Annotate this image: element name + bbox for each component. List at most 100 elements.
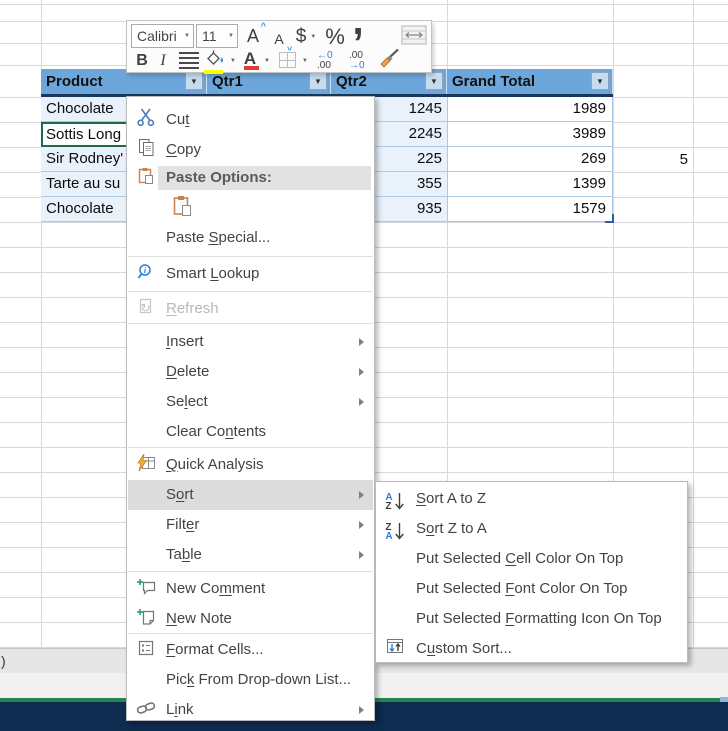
menu-separator [128, 447, 373, 448]
bold-button[interactable]: B [135, 51, 149, 71]
smart-lookup-icon: i [137, 263, 155, 286]
paint-bucket-icon [204, 50, 225, 66]
cut-icon [137, 108, 155, 132]
menu-item-paste-special[interactable]: Paste Special... [128, 223, 373, 253]
menu-item-filter[interactable]: Filter [128, 510, 373, 540]
menu-item-new-note[interactable]: New Note [128, 604, 373, 634]
menu-item-label: New Comment [166, 574, 265, 604]
submenu-arrow-icon [359, 706, 364, 714]
filter-dropdown-button[interactable]: ▼ [185, 72, 203, 90]
menu-item-insert[interactable]: Insert [128, 327, 373, 357]
italic-button[interactable]: I [158, 51, 168, 71]
menu-item-cut[interactable]: Cut [128, 105, 373, 135]
menu-item-new-comment[interactable]: New Comment [128, 574, 373, 604]
menu-item-label: Table [166, 540, 202, 570]
menu-item-table[interactable]: Table [128, 540, 373, 570]
sort-submenu: AZSort A to ZZASort Z to APut Selected C… [375, 481, 688, 663]
menu-separator [128, 256, 373, 257]
menu-item-quick-analysis[interactable]: Quick Analysis [128, 450, 373, 480]
submenu-arrow-icon [359, 551, 364, 559]
scroll-corner [720, 697, 728, 702]
decrease-font-size-button[interactable]: A^ [269, 26, 289, 51]
menu-item-label: Select [166, 387, 208, 417]
menu-item-label: Link [166, 695, 194, 721]
menu-item-label: Smart Lookup [166, 259, 259, 289]
submenu-item-custom-sort[interactable]: Custom Sort... [377, 634, 686, 663]
cell-grand-total[interactable]: 269 [447, 147, 613, 172]
menu-item-format-cells[interactable]: Format Cells... [128, 635, 373, 665]
fill-color-button[interactable] [204, 50, 225, 71]
filter-dropdown-button[interactable]: ▼ [425, 72, 443, 90]
mini-toolbar: Calibri ▼ 11 ▼ A^ A^ $▼ % , B I [126, 20, 432, 73]
menu-item-label: Insert [166, 327, 204, 357]
borders-lines-icon[interactable] [179, 52, 199, 69]
cell-grand-total[interactable]: 1399 [447, 172, 613, 197]
new-note-icon [137, 608, 156, 631]
menu-item-link[interactable]: Link [128, 695, 373, 721]
caret-up-icon: ^ [261, 21, 266, 31]
menu-item-smart-lookup[interactable]: i Smart Lookup [128, 259, 373, 289]
menu-item-label: Format Cells... [166, 635, 264, 665]
menu-item-paste-options[interactable]: Paste Options: [128, 163, 373, 193]
borders-button[interactable] [279, 52, 296, 68]
chevron-down-icon[interactable]: ▼ [302, 58, 308, 64]
menu-item-select[interactable]: Select [128, 387, 373, 417]
menu-item-paste[interactable] [128, 193, 373, 223]
font-name-combobox[interactable]: Calibri ▼ [131, 24, 194, 48]
font-size-combobox[interactable]: 11 ▼ [196, 24, 238, 48]
merge-cells-icon[interactable] [401, 25, 427, 45]
menu-separator [128, 633, 373, 634]
menu-item-label: Pick From Drop-down List... [166, 665, 351, 695]
menu-item-label: Cut [166, 105, 189, 135]
submenu-item-put-cell-color-top[interactable]: Put Selected Cell Color On Top [377, 544, 686, 574]
menu-separator [128, 291, 373, 292]
menu-item-clear-contents[interactable]: Clear Contents [128, 417, 373, 447]
menu-item-refresh[interactable]: ↻ Refresh [128, 294, 373, 324]
submenu-arrow-icon [359, 338, 364, 346]
submenu-item-sort-a-to-z[interactable]: AZSort A to Z [377, 484, 686, 514]
filter-dropdown-button[interactable]: ▼ [309, 72, 327, 90]
menu-item-label: New Note [166, 604, 232, 634]
font-color-button[interactable]: A [241, 49, 259, 67]
cell-grand-total[interactable]: 3989 [447, 122, 613, 147]
format-painter-icon[interactable] [379, 48, 400, 69]
submenu-item-sort-z-to-a[interactable]: ZASort Z to A [377, 514, 686, 544]
increase-font-size-button[interactable]: A^ [241, 24, 265, 49]
menu-item-label: Copy [166, 135, 201, 165]
svg-text:↻: ↻ [140, 301, 150, 315]
menu-item-pick-from-list[interactable]: Pick From Drop-down List... [128, 665, 373, 695]
decrease-decimal-button[interactable]: ←0.00 [317, 51, 333, 71]
menu-item-label: Refresh [166, 294, 219, 324]
link-icon [136, 699, 156, 722]
percent-style-button[interactable]: % [323, 24, 347, 49]
menu-separator [128, 323, 373, 324]
filter-dropdown-button[interactable]: ▼ [591, 72, 609, 90]
submenu-item-label: Put Selected Cell Color On Top [416, 544, 623, 574]
submenu-item-put-format-icon-top[interactable]: Put Selected Formatting Icon On Top [377, 604, 686, 634]
menu-item-label: Sort [166, 480, 194, 510]
menu-item-sort[interactable]: Sort [128, 480, 373, 510]
menu-item-label: Quick Analysis [166, 450, 264, 480]
submenu-item-label: Put Selected Font Color On Top [416, 574, 628, 604]
refresh-icon: ↻ [137, 298, 155, 321]
menu-separator [128, 571, 373, 572]
copy-icon [137, 138, 155, 162]
comma-style-button[interactable]: , [349, 21, 367, 47]
quick-analysis-icon [137, 454, 156, 477]
increase-decimal-button[interactable]: .00→0 [349, 51, 365, 71]
paste-options-label: Paste Options: [166, 163, 272, 193]
accounting-format-button[interactable]: $▼ [292, 24, 320, 49]
menu-item-delete[interactable]: Delete [128, 357, 373, 387]
cell-grand-total[interactable]: 1989 [447, 97, 613, 122]
table-resize-handle[interactable] [605, 214, 614, 223]
chevron-down-icon[interactable]: ▼ [264, 58, 270, 64]
submenu-arrow-icon [359, 368, 364, 376]
chevron-down-icon[interactable]: ▼ [230, 58, 236, 64]
submenu-item-put-font-color-top[interactable]: Put Selected Font Color On Top [377, 574, 686, 604]
cell-grand-total[interactable]: 1579 [447, 197, 613, 222]
column-header-grand-total: Grand Total▼ [447, 69, 613, 94]
chevron-down-icon[interactable]: ▼ [225, 33, 234, 39]
chevron-down-icon[interactable]: ▼ [181, 33, 190, 39]
adjacent-cell[interactable]: 5 [614, 148, 693, 172]
menu-item-copy[interactable]: Copy [128, 135, 373, 165]
